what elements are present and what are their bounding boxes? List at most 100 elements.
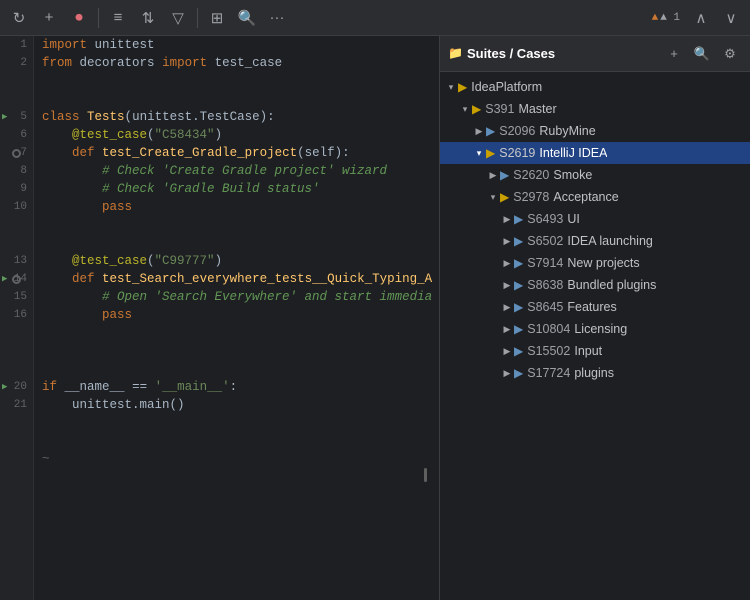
code-line-8: # Check 'Create Gradle project' wizard [42,162,431,180]
item-label-s2620: Smoke [553,168,592,182]
chevron-right-icon-s6502: ▶ [500,236,514,247]
tree-area: ▾ ▶ IdeaPlatform ▾ ▶ S391 Master ▶ ▶ S20… [440,72,750,600]
chevron-right-icon-s17724: ▶ [500,368,514,379]
toolbar: ↻ + ⏺ ≡ ⇅ ▽ ⊞ 🔍 ··· ▲ ▲ 1 ∧ ∨ [0,0,750,36]
code-line-12 [42,234,431,252]
more-button[interactable]: ··· [264,5,290,31]
chevron-right-icon-s6493: ▶ [500,214,514,225]
code-line-19 [42,360,431,378]
folder-blue-icon-s6493: ▶ [514,212,523,226]
panel-add-button[interactable]: + [662,42,686,66]
item-label-s6493: UI [567,212,580,226]
filter-button[interactable]: ▽ [165,5,191,31]
item-id-s6493: S6493 [527,212,563,226]
chevron-right-icon-s8645: ▶ [500,302,514,313]
item-label-s7914: New projects [567,256,639,270]
item-id-s7914: S7914 [527,256,563,270]
tree-item-ideaplatform[interactable]: ▾ ▶ IdeaPlatform [440,76,750,98]
sort-button[interactable]: ⇅ [135,5,161,31]
tree-item-s6502[interactable]: ▶ ▶ S6502 IDEA launching [440,230,750,252]
tree-item-s8638[interactable]: ▶ ▶ S8638 Bundled plugins [440,274,750,296]
item-label-s10804: Licensing [574,322,627,336]
item-label-s2978: Acceptance [553,190,618,204]
tree-item-s8645[interactable]: ▶ ▶ S8645 Features [440,296,750,318]
folder-blue-icon-s15502: ▶ [514,344,523,358]
add-button[interactable]: + [36,5,62,31]
code-line-3 [42,72,431,90]
folder-blue-icon-s6502: ▶ [514,234,523,248]
item-id-s8645: S8645 [527,300,563,314]
chevron-up-button[interactable]: ∧ [688,5,714,31]
chevron-right-icon-s15502: ▶ [500,346,514,357]
tree-item-s2620[interactable]: ▶ ▶ S2620 Smoke [440,164,750,186]
code-line-15: # Open 'Search Everywhere' and start imm… [42,288,431,306]
folder-yellow-icon-s391: ▶ [472,102,481,116]
panel-title: Suites / Cases [467,46,658,61]
refresh-button[interactable]: ↻ [6,5,32,31]
code-line-22 [42,414,431,432]
tree-item-s17724[interactable]: ▶ ▶ S17724 plugins [440,362,750,384]
gutter-line-4 [0,90,33,108]
item-id-s15502: S15502 [527,344,570,358]
run-icon-20[interactable]: ▶ [2,382,7,392]
search-button[interactable]: 🔍 [234,5,260,31]
code-line-18 [42,342,431,360]
item-label-s2619: IntelliJ IDEA [539,146,607,160]
item-id-s2096: S2096 [499,124,535,138]
chevron-right-icon-s2096: ▶ [472,126,486,137]
chevron-down-icon-s391: ▾ [458,104,472,115]
panel-header: 📁 Suites / Cases + 🔍 ⚙ [440,36,750,72]
folder-yellow-icon-s2978: ▶ [500,190,509,204]
panel-search-button[interactable]: 🔍 [690,42,714,66]
folder-icon-header: 📁 [448,46,463,61]
layout-button[interactable]: ⊞ [204,5,230,31]
gutter-line-21: 21 [0,396,33,414]
gutter-line-9: 9 [0,180,33,198]
tree-item-s7914[interactable]: ▶ ▶ S7914 New projects [440,252,750,274]
folder-blue-icon-s2620: ▶ [500,168,509,182]
tree-item-s15502[interactable]: ▶ ▶ S15502 Input [440,340,750,362]
item-label-s391: Master [518,102,556,116]
breakpoint-14[interactable] [12,275,21,284]
tree-item-s10804[interactable]: ▶ ▶ S10804 Licensing [440,318,750,340]
item-label-s6502: IDEA launching [567,234,652,248]
code-gutter: 1 2 ▶ 5 6 7 8 9 10 13 ▶ 14 15 [0,36,34,600]
chevron-down-icon: ▾ [444,82,458,93]
code-line-14: def test_Search_everywhere_tests__Quick_… [42,270,431,288]
item-label-ideaplatform: IdeaPlatform [471,80,542,94]
tree-item-s2978[interactable]: ▾ ▶ S2978 Acceptance [440,186,750,208]
code-line-11 [42,216,431,234]
run-icon-14[interactable]: ▶ [2,274,7,284]
code-line-20: if __name__ == '__main__': [42,378,431,396]
gutter-line-5: ▶ 5 [0,108,33,126]
folder-blue-icon-s8645: ▶ [514,300,523,314]
code-line-17 [42,324,431,342]
gutter-line-23 [0,432,33,450]
item-label-s2096: RubyMine [539,124,595,138]
chevron-down-button[interactable]: ∨ [718,5,744,31]
gutter-line-24 [0,450,33,468]
folder-blue-icon-s10804: ▶ [514,322,523,336]
record-button[interactable]: ⏺ [66,5,92,31]
tree-item-s391[interactable]: ▾ ▶ S391 Master [440,98,750,120]
align-button[interactable]: ≡ [105,5,131,31]
code-line-2: from decorators import test_case [42,54,431,72]
item-id-s391: S391 [485,102,514,116]
tree-item-s2096[interactable]: ▶ ▶ S2096 RubyMine [440,120,750,142]
panel-settings-button[interactable]: ⚙ [718,42,742,66]
scroll-indicator [424,468,427,482]
breakpoint-7[interactable] [12,149,21,158]
tree-item-s2619[interactable]: ▾ ▶ S2619 IntelliJ IDEA [440,142,750,164]
gutter-line-7: 7 [0,144,33,162]
chevron-right-icon-s8638: ▶ [500,280,514,291]
chevron-right-icon-s7914: ▶ [500,258,514,269]
run-icon-5[interactable]: ▶ [2,112,7,122]
item-label-s8638: Bundled plugins [567,278,656,292]
divider-2 [197,8,198,28]
folder-blue-icon-s7914: ▶ [514,256,523,270]
tree-item-s6493[interactable]: ▶ ▶ S6493 UI [440,208,750,230]
code-line-7: def test_Create_Gradle_project(self): [42,144,431,162]
code-line-6: @test_case("C58434") [42,126,431,144]
folder-blue-icon-s2096: ▶ [486,124,495,138]
gutter-line-22 [0,414,33,432]
